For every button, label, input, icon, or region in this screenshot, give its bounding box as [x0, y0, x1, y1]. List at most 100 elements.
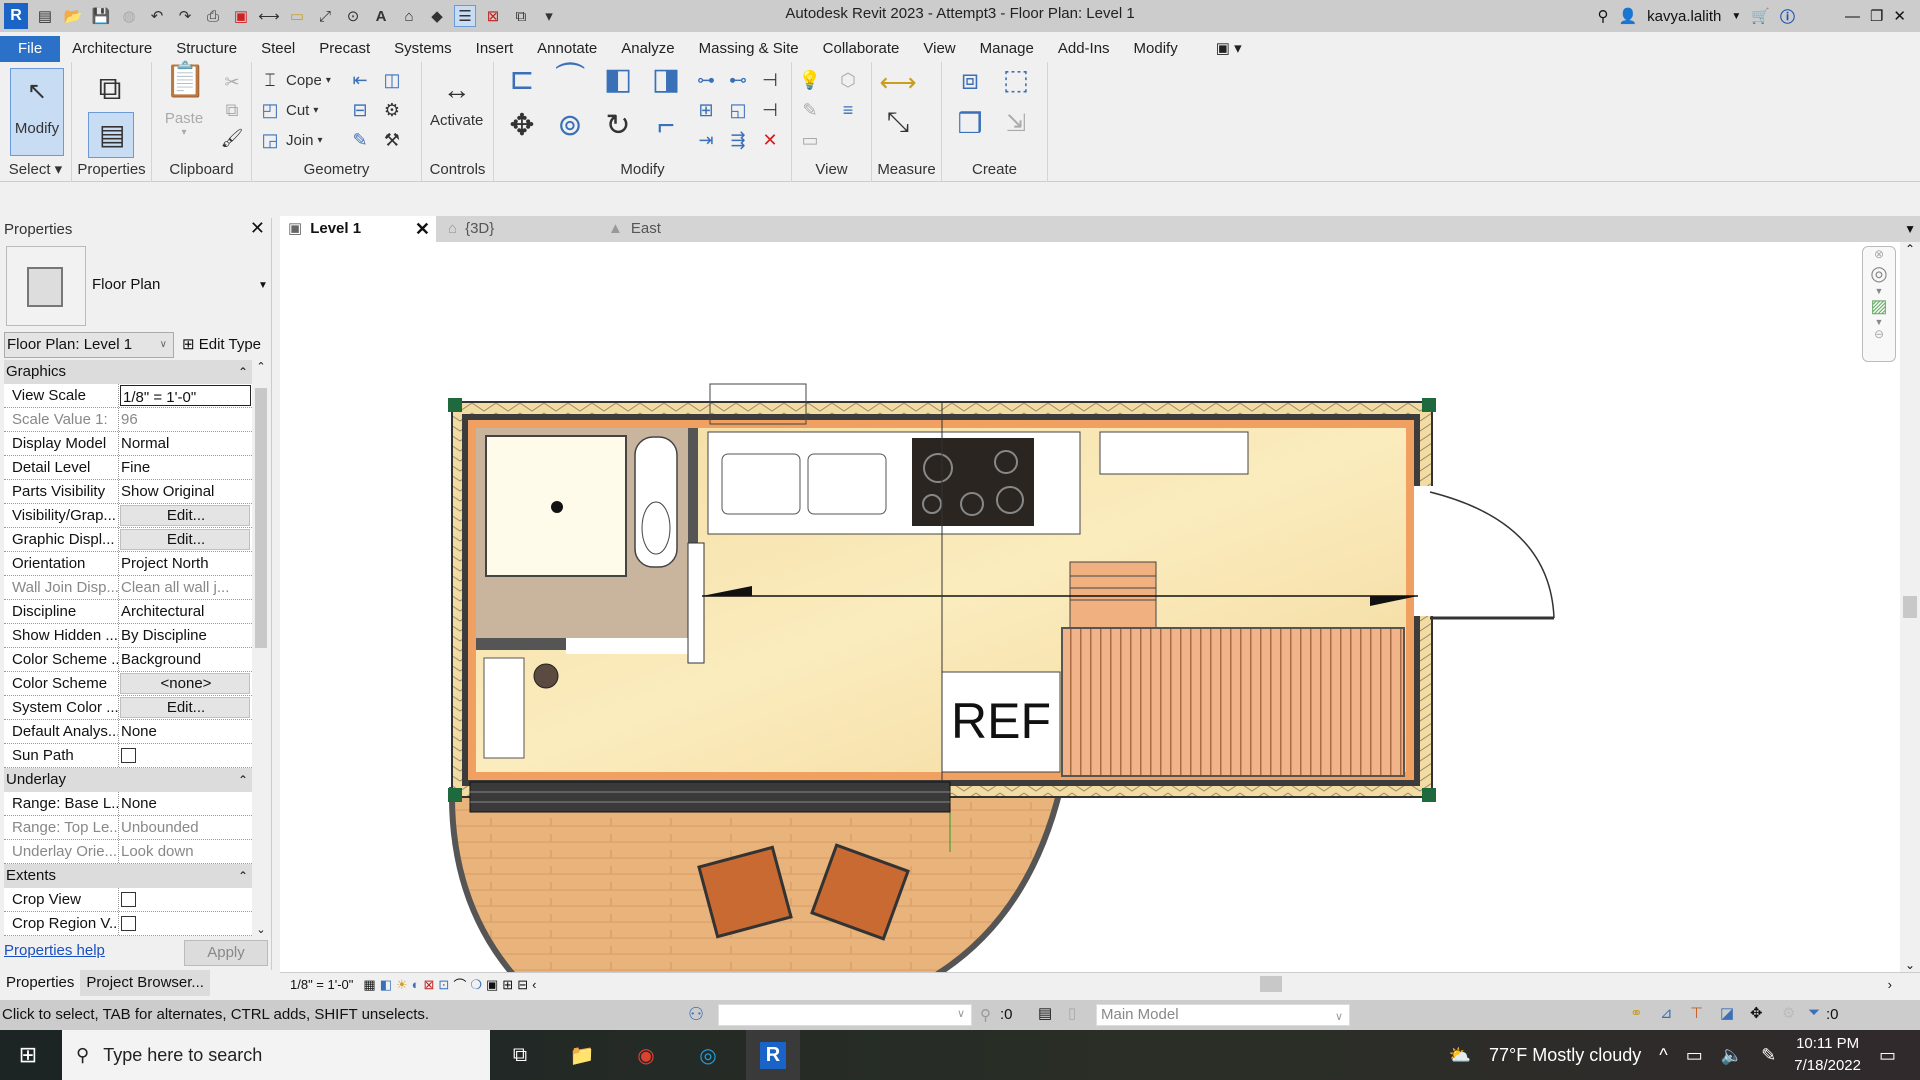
- tab-file[interactable]: File: [0, 36, 61, 62]
- property-edit-button[interactable]: Edit...: [120, 697, 250, 718]
- steering-wheel-2d-icon[interactable]: ◎: [1863, 261, 1895, 286]
- windows-start-icon[interactable]: ⊞: [10, 1038, 46, 1072]
- property-value[interactable]: Show Original: [119, 480, 252, 503]
- property-group-underlay[interactable]: Underlay ⌃: [4, 768, 252, 792]
- property-value[interactable]: 1/8" = 1'-0": [120, 385, 251, 406]
- edit-profile-icon[interactable]: ✎: [348, 128, 372, 152]
- split-element-icon[interactable]: ⊶: [694, 68, 718, 92]
- paint-icon[interactable]: ⚙: [380, 98, 404, 122]
- checkbox[interactable]: [121, 892, 136, 907]
- tab-precast[interactable]: Precast: [307, 36, 382, 62]
- property-edit-button[interactable]: Edit...: [120, 505, 250, 526]
- offset-icon[interactable]: ⏜: [550, 65, 590, 108]
- visual-style-icon[interactable]: ◧: [380, 977, 392, 993]
- design-options-icon[interactable]: ▤: [1038, 1004, 1052, 1022]
- linework-icon[interactable]: ✎: [798, 98, 822, 122]
- tab-manage[interactable]: Manage: [968, 36, 1046, 62]
- type-selector[interactable]: Floor Plan: [92, 276, 160, 293]
- select-pinned-icon[interactable]: ⊤: [1690, 1004, 1703, 1022]
- view-tabs-menu-icon[interactable]: ▼: [1896, 216, 1916, 242]
- floor-plan-drawing[interactable]: REF: [280, 242, 1900, 972]
- revit-app-menu-icon[interactable]: R: [4, 3, 28, 29]
- open-icon[interactable]: 📂: [62, 5, 84, 27]
- zoom-region-icon[interactable]: ▨: [1863, 296, 1895, 317]
- copy-icon[interactable]: ⧉: [220, 98, 244, 122]
- cope-button[interactable]: ⌶ Cope ▾: [258, 68, 331, 92]
- user-name[interactable]: kavya.lalith: [1647, 8, 1721, 25]
- copy-element-icon[interactable]: ⊚: [550, 111, 590, 154]
- tab-project-browser[interactable]: Project Browser...: [80, 970, 210, 996]
- property-group-graphics[interactable]: Graphics ⌃: [4, 360, 252, 384]
- measure-between-references-icon[interactable]: ⟷: [878, 69, 918, 95]
- battery-icon[interactable]: ▭: [1686, 1045, 1703, 1066]
- wall-joins-icon[interactable]: ⇤: [348, 68, 372, 92]
- property-edit-button[interactable]: <none>: [120, 673, 250, 694]
- override-by-category-icon[interactable]: ≡: [836, 98, 860, 122]
- text-icon[interactable]: A: [370, 5, 392, 27]
- zoom-dropdown-icon[interactable]: ▼: [1863, 317, 1895, 327]
- tab-view[interactable]: View: [911, 36, 967, 62]
- sun-path-icon[interactable]: ☀: [396, 977, 408, 993]
- pen-icon[interactable]: ✎: [1761, 1045, 1776, 1066]
- split-gap-icon[interactable]: ⊷: [726, 68, 750, 92]
- close-navbar-icon[interactable]: ⊗: [1863, 247, 1895, 261]
- save-icon[interactable]: 💾: [90, 5, 112, 27]
- detail-level-icon[interactable]: ▦: [363, 977, 375, 993]
- create-group-icon[interactable]: ⇲: [996, 112, 1036, 152]
- navbar-options-icon[interactable]: ⊖: [1863, 327, 1895, 341]
- close-window-button[interactable]: ✕: [1893, 7, 1906, 25]
- view-tab-level-1[interactable]: ▣ Level 1 ✕: [280, 216, 436, 242]
- cart-icon[interactable]: 🛒: [1751, 7, 1770, 25]
- minimize-button[interactable]: —: [1845, 8, 1860, 25]
- demolish-icon[interactable]: ◫: [380, 68, 404, 92]
- property-value[interactable]: By Discipline: [119, 624, 252, 647]
- worksets-icon[interactable]: ⚇: [688, 1004, 704, 1025]
- thin-lines-icon[interactable]: ☰: [454, 5, 476, 27]
- canvas-vertical-scrollbar[interactable]: ⌃ ⌄: [1900, 242, 1920, 972]
- property-value[interactable]: Background: [119, 648, 252, 671]
- print-icon[interactable]: ⎙: [202, 5, 224, 27]
- switch-windows-icon[interactable]: ⧉: [510, 5, 532, 27]
- property-checkbox-cell[interactable]: [119, 888, 252, 911]
- view-tab-3d[interactable]: ⌂ {3D}: [440, 216, 494, 242]
- properties-close-button[interactable]: ✕: [250, 218, 265, 239]
- tab-properties[interactable]: Properties: [0, 970, 81, 996]
- tab-annotate[interactable]: Annotate: [525, 36, 609, 62]
- view-tab-east[interactable]: ▲ East: [600, 216, 661, 242]
- unlocked-3d-icon[interactable]: ⌒: [453, 975, 466, 994]
- reveal-hidden-icon[interactable]: ▣: [486, 977, 498, 993]
- type-selector-dropdown-icon[interactable]: ▼: [258, 280, 268, 291]
- show-analytical-icon[interactable]: ⊟: [517, 977, 528, 993]
- measure-icon[interactable]: ▭: [286, 5, 308, 27]
- drag-on-selection-icon[interactable]: ✥: [1750, 1004, 1763, 1022]
- collapse-group-icon[interactable]: ⌃: [238, 768, 248, 792]
- tab-massing-site[interactable]: Massing & Site: [687, 36, 811, 62]
- user-dropdown-icon[interactable]: ▼: [1731, 11, 1741, 22]
- show-hidden-icons[interactable]: ^: [1659, 1045, 1667, 1066]
- collapse-group-icon[interactable]: ⌃: [238, 360, 248, 384]
- edge-icon[interactable]: ◎: [690, 1038, 726, 1072]
- volume-icon[interactable]: 🔈: [1721, 1045, 1743, 1066]
- weather-icon[interactable]: ⛅: [1449, 1045, 1471, 1066]
- crop-view-icon[interactable]: ⊠: [424, 977, 435, 993]
- join-button[interactable]: ◲ Join ▾: [258, 128, 322, 152]
- measure-between-icon[interactable]: ⤢: [314, 5, 336, 27]
- canvas-hscroll-thumb[interactable]: [1260, 976, 1282, 992]
- property-value[interactable]: Normal: [119, 432, 252, 455]
- properties-toggle-button[interactable]: ▤: [88, 112, 134, 158]
- checkbox[interactable]: [121, 748, 136, 763]
- cut-clipboard-icon[interactable]: ✂: [220, 70, 244, 94]
- tab-analyze[interactable]: Analyze: [609, 36, 686, 62]
- create-assembly-icon[interactable]: ⧈: [950, 66, 990, 108]
- canvas-vscroll-thumb[interactable]: [1903, 596, 1917, 618]
- revit-taskbar-icon[interactable]: R: [746, 1030, 800, 1080]
- unpin-icon[interactable]: ⊣: [758, 68, 782, 92]
- sync-icon[interactable]: ◍: [118, 5, 140, 27]
- tab-architecture[interactable]: Architecture: [60, 36, 164, 62]
- temporary-view-properties-icon[interactable]: ⊞: [502, 977, 513, 993]
- cut-geometry-button[interactable]: ◰ Cut ▾: [258, 98, 318, 122]
- shadows-icon[interactable]: ◐: [412, 977, 420, 992]
- delete-icon[interactable]: ✕: [758, 128, 782, 152]
- tab-collaborate[interactable]: Collaborate: [811, 36, 912, 62]
- properties-scroll-thumb[interactable]: [255, 388, 267, 648]
